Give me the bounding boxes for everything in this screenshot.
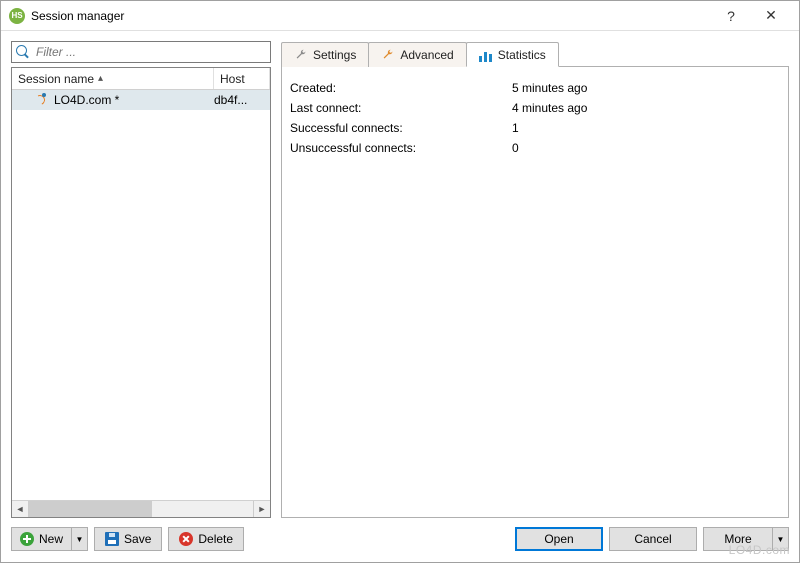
- wrench-icon: [294, 48, 308, 62]
- floppy-icon: [105, 532, 119, 546]
- open-button[interactable]: Open: [515, 527, 603, 551]
- plus-icon: [20, 532, 34, 546]
- session-icon: [34, 93, 48, 107]
- search-icon: [16, 45, 30, 59]
- tab-settings[interactable]: Settings: [281, 42, 369, 67]
- more-button-label: More: [724, 532, 751, 546]
- tab-statistics-label: Statistics: [498, 48, 546, 62]
- scroll-thumb[interactable]: [29, 501, 152, 517]
- delete-button-label: Delete: [198, 532, 233, 546]
- row-session-name: LO4D.com *: [12, 93, 214, 107]
- table-row[interactable]: LO4D.com * db4f...: [12, 90, 270, 110]
- save-button[interactable]: Save: [94, 527, 162, 551]
- button-row: New ▼ Save Delete Open Cancel More: [11, 526, 789, 552]
- new-button[interactable]: New: [11, 527, 72, 551]
- bar-chart-icon: [479, 48, 493, 62]
- list-rows: LO4D.com * db4f...: [12, 90, 270, 500]
- session-list: Session name ▴ Host LO4D.com *: [11, 67, 271, 518]
- horizontal-scrollbar[interactable]: ◄ ►: [12, 500, 270, 517]
- header-host[interactable]: Host: [214, 68, 270, 89]
- succ-label: Successful connects:: [290, 119, 510, 137]
- tab-advanced[interactable]: Advanced: [368, 42, 466, 67]
- titlebar: HS Session manager ? ✕: [1, 1, 799, 31]
- left-pane: Session name ▴ Host LO4D.com *: [11, 41, 271, 518]
- new-dropdown[interactable]: ▼: [72, 527, 88, 551]
- succ-value: 1: [512, 119, 780, 137]
- header-session-name-label: Session name: [18, 72, 94, 86]
- sort-asc-icon: ▴: [98, 73, 103, 84]
- more-split-button[interactable]: More ▼: [703, 527, 789, 551]
- open-button-label: Open: [544, 532, 573, 546]
- scroll-right-icon[interactable]: ►: [253, 501, 270, 517]
- new-button-label: New: [39, 532, 63, 546]
- stat-row-successful: Successful connects: 1: [290, 119, 780, 137]
- help-button[interactable]: ?: [711, 2, 751, 30]
- stat-row-unsuccessful: Unsuccessful connects: 0: [290, 139, 780, 157]
- more-button[interactable]: More: [703, 527, 773, 551]
- wrench-icon: [381, 48, 395, 62]
- tab-statistics[interactable]: Statistics: [466, 42, 559, 67]
- tab-content-statistics: Created: 5 minutes ago Last connect: 4 m…: [281, 67, 789, 518]
- delete-icon: [179, 532, 193, 546]
- more-dropdown[interactable]: ▼: [773, 527, 789, 551]
- unsucc-value: 0: [512, 139, 780, 157]
- header-session-name[interactable]: Session name ▴: [12, 68, 214, 89]
- window-title: Session manager: [31, 9, 711, 23]
- new-split-button[interactable]: New ▼: [11, 527, 88, 551]
- save-button-label: Save: [124, 532, 151, 546]
- close-button[interactable]: ✕: [751, 2, 791, 30]
- unsucc-label: Unsuccessful connects:: [290, 139, 510, 157]
- row-host: db4f...: [214, 93, 270, 107]
- columns-container: Session name ▴ Host LO4D.com *: [11, 41, 789, 518]
- list-headers: Session name ▴ Host: [12, 68, 270, 90]
- session-manager-window: HS Session manager ? ✕ Session name ▴: [0, 0, 800, 563]
- scroll-left-icon[interactable]: ◄: [12, 501, 29, 517]
- client-area: Session name ▴ Host LO4D.com *: [1, 31, 799, 562]
- lastconn-label: Last connect:: [290, 99, 510, 117]
- filter-input[interactable]: [34, 44, 266, 60]
- delete-button[interactable]: Delete: [168, 527, 244, 551]
- header-host-label: Host: [220, 72, 245, 86]
- row-session-name-text: LO4D.com *: [54, 93, 119, 107]
- tab-settings-label: Settings: [313, 48, 356, 62]
- right-pane: Settings Advanced Statistics: [281, 41, 789, 518]
- stat-row-created: Created: 5 minutes ago: [290, 79, 780, 97]
- cancel-button[interactable]: Cancel: [609, 527, 697, 551]
- cancel-button-label: Cancel: [634, 532, 671, 546]
- stat-row-last-connect: Last connect: 4 minutes ago: [290, 99, 780, 117]
- lastconn-value: 4 minutes ago: [512, 99, 780, 117]
- app-icon: HS: [9, 8, 25, 24]
- tab-advanced-label: Advanced: [400, 48, 453, 62]
- stats-table: Created: 5 minutes ago Last connect: 4 m…: [288, 77, 782, 159]
- filter-box[interactable]: [11, 41, 271, 63]
- created-label: Created:: [290, 79, 510, 97]
- created-value: 5 minutes ago: [512, 79, 780, 97]
- tab-bar: Settings Advanced Statistics: [281, 41, 789, 67]
- scroll-track[interactable]: [29, 501, 253, 517]
